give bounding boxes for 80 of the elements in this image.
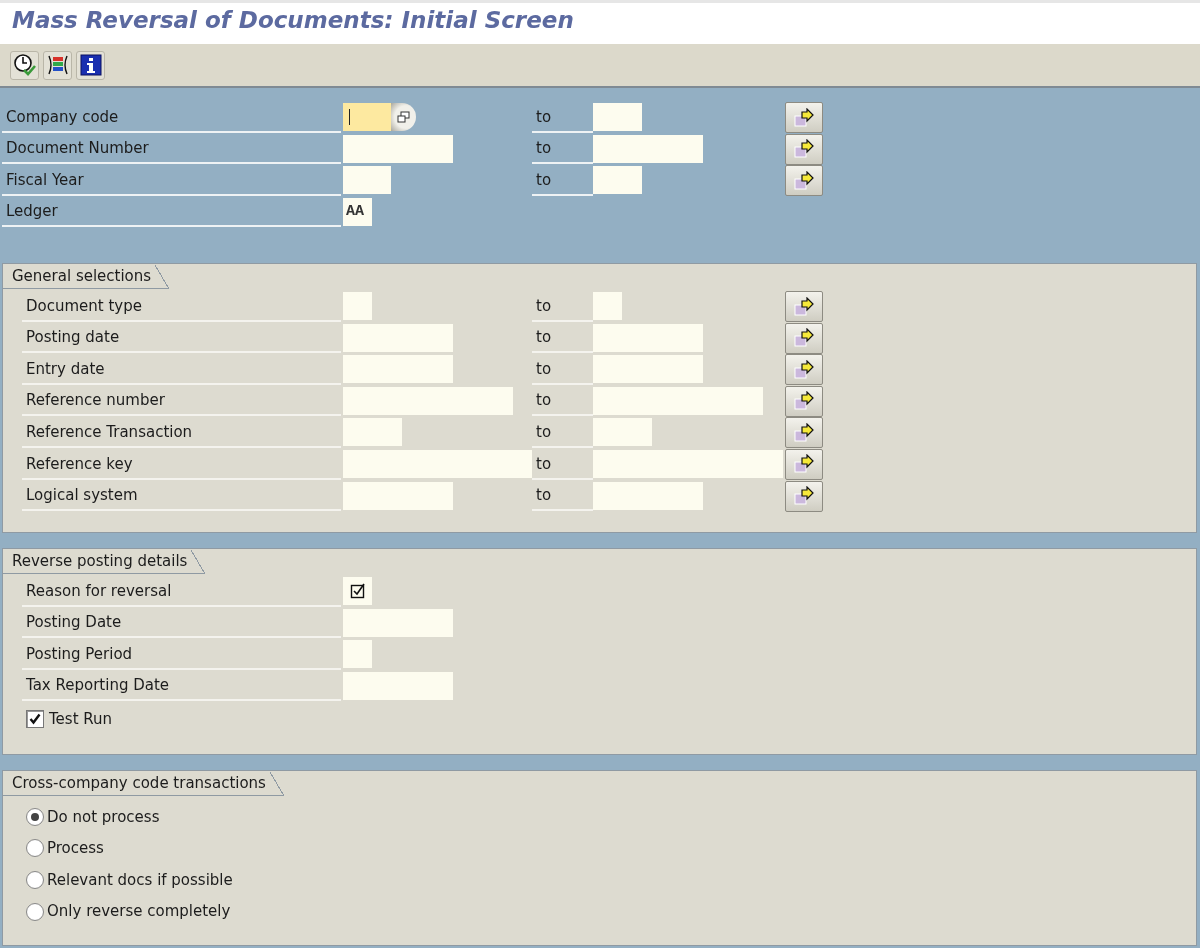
arrow-icon	[793, 359, 815, 380]
multiple-selection-button[interactable]	[785, 417, 823, 449]
radio-button[interactable]	[26, 871, 44, 889]
input-field[interactable]	[593, 103, 642, 131]
arrow-icon	[793, 486, 815, 507]
field-label: Document type	[22, 292, 341, 322]
arrow-icon	[793, 328, 815, 349]
multiple-selection-button[interactable]	[785, 354, 823, 386]
field-label: Posting date	[22, 323, 341, 354]
field-label: Ledger	[2, 197, 341, 228]
checkbox-label: Test Run	[49, 708, 113, 730]
screen-title: Mass Reversal of Documents: Initial Screen	[12, 7, 574, 35]
input-field[interactable]	[343, 355, 453, 384]
arrow-icon	[793, 296, 815, 317]
input-field[interactable]	[343, 671, 453, 700]
multiple-selection-button[interactable]	[785, 133, 823, 165]
input-field[interactable]	[343, 292, 372, 320]
multiple-selection-button[interactable]	[785, 480, 823, 512]
multiple-selection-button[interactable]	[785, 322, 823, 354]
arrow-icon	[793, 422, 815, 443]
input-field[interactable]	[593, 449, 783, 478]
input-field[interactable]	[593, 292, 622, 320]
field-label: Reference key	[22, 449, 341, 480]
field-label: Posting Date	[22, 608, 341, 639]
value-help-button[interactable]	[391, 103, 416, 131]
radio-label: Process	[47, 838, 104, 860]
input-field[interactable]	[343, 418, 402, 447]
required-entry-icon	[349, 583, 366, 599]
input-field[interactable]	[343, 134, 453, 163]
input-field[interactable]: AA	[343, 197, 372, 226]
group-title: General selections	[3, 264, 170, 289]
info-icon[interactable]	[76, 50, 105, 80]
input-field[interactable]	[343, 577, 372, 605]
group-title: Reverse posting details	[3, 549, 206, 574]
color-bars-icon[interactable]	[43, 50, 72, 80]
multiple-selection-button[interactable]	[785, 291, 823, 322]
input-field[interactable]	[593, 418, 652, 447]
input-field[interactable]	[593, 386, 763, 415]
field-label: Reason for reversal	[22, 577, 341, 607]
input-field[interactable]	[343, 449, 532, 478]
multiple-selection-button[interactable]	[785, 385, 823, 417]
checkbox[interactable]	[26, 710, 44, 729]
input-field[interactable]	[343, 323, 453, 352]
input-field[interactable]	[343, 481, 453, 510]
field-label: Fiscal Year	[2, 166, 341, 196]
field-label: Document Number	[2, 134, 341, 165]
field-label: Reference number	[22, 386, 341, 417]
field-label: Posting Period	[22, 640, 341, 670]
arrow-icon	[793, 139, 815, 160]
radio-label: Only reverse completely	[47, 901, 231, 923]
input-field[interactable]	[343, 608, 453, 637]
field-label: Tax Reporting Date	[22, 671, 341, 702]
radio-label: Do not process	[47, 806, 160, 828]
field-label: Reference Transaction	[22, 418, 341, 448]
multiple-selection-button[interactable]	[785, 165, 823, 197]
input-field[interactable]	[593, 481, 703, 510]
input-field[interactable]	[593, 134, 703, 163]
field-label: Logical system	[22, 481, 341, 512]
arrow-icon	[793, 107, 815, 128]
input-field[interactable]	[593, 355, 703, 384]
input-field[interactable]	[343, 386, 513, 415]
radio-button[interactable]	[26, 807, 44, 826]
multiple-selection-button[interactable]	[785, 102, 823, 133]
radio-label: Relevant docs if possible	[47, 869, 233, 891]
input-field[interactable]	[343, 103, 391, 131]
arrow-icon	[793, 391, 815, 412]
input-field[interactable]	[593, 166, 642, 195]
arrow-icon	[793, 454, 815, 475]
arrow-icon	[793, 170, 815, 191]
radio-button[interactable]	[26, 839, 44, 858]
group-title: Cross-company code transactions	[3, 771, 284, 796]
input-field[interactable]	[343, 640, 372, 669]
input-field[interactable]	[343, 166, 391, 195]
radio-button[interactable]	[26, 902, 44, 921]
execute-clock-icon[interactable]	[10, 50, 39, 80]
field-label: Company code	[2, 103, 341, 133]
input-field[interactable]	[593, 323, 703, 352]
windows-icon	[397, 111, 410, 123]
multiple-selection-button[interactable]	[785, 448, 823, 480]
field-label: Entry date	[22, 355, 341, 385]
